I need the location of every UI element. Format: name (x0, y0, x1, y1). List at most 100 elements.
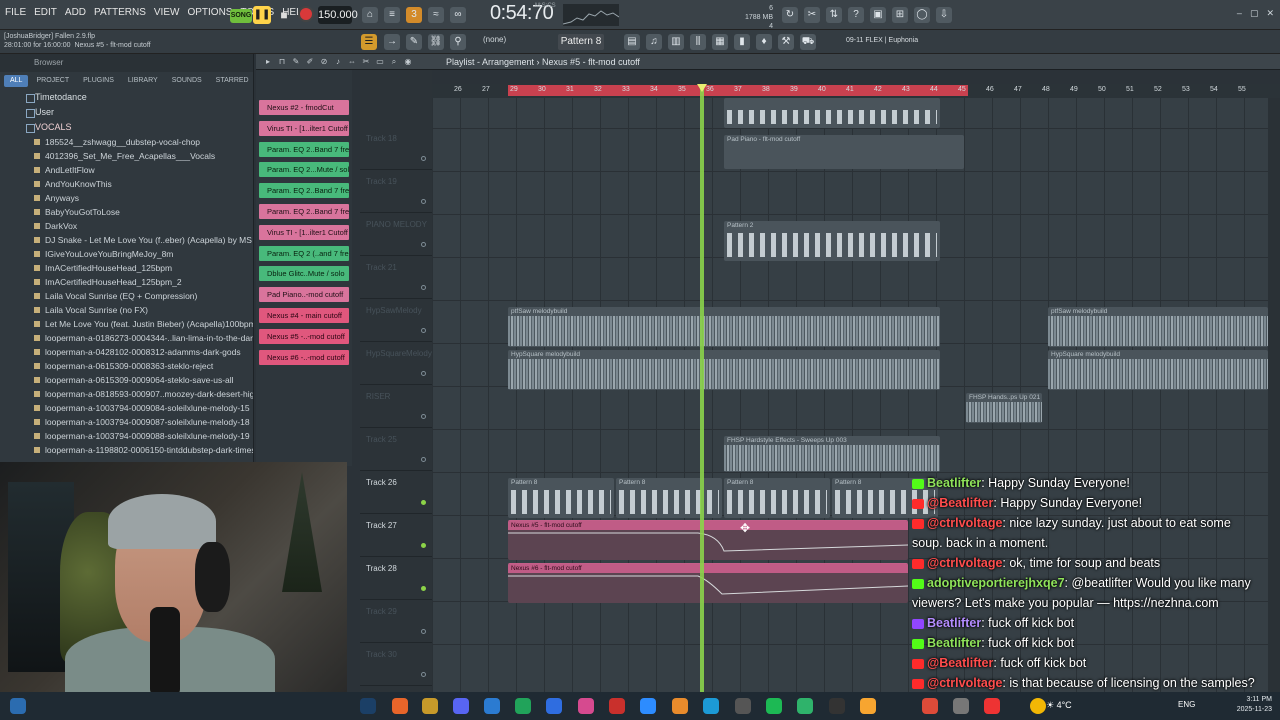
pattern-select[interactable]: Pattern 8 (558, 34, 604, 50)
mute-icon[interactable]: ♪ (332, 57, 344, 68)
track-mute-icon[interactable] (421, 500, 426, 505)
playhead-marker-icon[interactable] (697, 84, 707, 92)
file-item[interactable]: ImACertifiedHouseHead_125bpm (0, 261, 253, 275)
stop-button[interactable]: ■ (276, 6, 292, 24)
browser-tab-all[interactable]: ALL (4, 75, 29, 87)
audio-clip[interactable]: ptfSaw melodybuild (1048, 307, 1268, 347)
automation-clip-item[interactable]: Pad Piano..-mod cutoff (259, 287, 349, 303)
link-icon[interactable]: ⛓ (428, 34, 444, 50)
playhead[interactable] (700, 84, 704, 692)
folder-item[interactable]: Timetodance (0, 90, 253, 105)
file-item[interactable]: BabyYouGotToLose (0, 205, 253, 219)
chat-app-icon[interactable] (797, 698, 813, 714)
record-button[interactable] (298, 6, 314, 22)
pattern-clip[interactable]: Pattern 2 (724, 221, 940, 261)
file-item[interactable]: Let Me Love You (feat. Justin Bieber) (A… (0, 317, 253, 331)
file-item[interactable]: ImACertifiedHouseHead_125bpm_2 (0, 275, 253, 289)
piano-roll-icon[interactable]: ♫ (646, 34, 662, 50)
plugin-icon[interactable]: ⊞ (892, 7, 908, 23)
track-mute-icon[interactable] (421, 371, 426, 376)
pencil-icon[interactable]: ✎ (290, 57, 302, 68)
automation-clip-item[interactable]: Virus TI - [1..ilter1 Cutoff (259, 120, 349, 136)
track-header[interactable]: Track 28 (360, 558, 432, 600)
edge-icon[interactable] (703, 698, 719, 714)
file-item[interactable]: 185524__zshwagg__dubstep-vocal-chop (0, 135, 253, 149)
track-header[interactable]: HypSquareMelody (360, 343, 432, 385)
sheets-icon[interactable] (515, 698, 531, 714)
track-header[interactable]: Track 26 (360, 472, 432, 514)
mail-icon[interactable] (484, 698, 500, 714)
slip-icon[interactable]: ⇔ (346, 57, 358, 68)
track-mute-icon[interactable] (421, 629, 426, 634)
track-mute-icon[interactable] (421, 328, 426, 333)
save-icon[interactable]: ▣ (870, 7, 886, 23)
browser-icon[interactable] (922, 698, 938, 714)
file-item[interactable]: looperman-a-0186273-0004344-..lian-lima-… (0, 331, 253, 345)
menu-options[interactable]: OPTIONS (186, 7, 233, 18)
file-item[interactable]: Laila Vocal Sunrise (EQ + Compression) (0, 289, 253, 303)
music-icon[interactable] (578, 698, 594, 714)
zoom-icon[interactable] (640, 698, 656, 714)
file-item[interactable]: AndLetItFlow (0, 163, 253, 177)
file-item[interactable]: looperman-a-0818593-000907..moozey-dark-… (0, 387, 253, 401)
track-header[interactable]: Track 27 (360, 515, 432, 557)
menu-edit[interactable]: EDIT (33, 7, 58, 18)
menu-patterns[interactable]: PATTERNS (93, 7, 147, 18)
automation-curve[interactable] (508, 521, 908, 560)
folder-icon[interactable] (609, 698, 625, 714)
pencil-icon[interactable]: ✎ (406, 34, 422, 50)
pattern-clip[interactable]: Pattern 8 (724, 478, 830, 518)
clipboard-icon[interactable]: ▮ (734, 34, 750, 50)
folder-item[interactable]: User (0, 105, 253, 120)
firefox-icon[interactable] (392, 698, 408, 714)
pattern-clip[interactable]: Pattern 8 (616, 478, 722, 518)
file-item[interactable]: looperman-a-1003794-0009084-soleilxlune-… (0, 401, 253, 415)
track-header[interactable]: HypSawMelody (360, 300, 432, 342)
file-item[interactable]: IGiveYouLoveYouBringMeJoy_8m (0, 247, 253, 261)
playlist-snap-icon[interactable]: ☰ (361, 34, 377, 50)
browser-icon[interactable]: ▦ (712, 34, 728, 50)
folder-item[interactable]: VOCALS (0, 120, 253, 135)
clock[interactable]: 3:11 PM 2025-11-23 (1237, 695, 1272, 715)
file-item[interactable]: AndYouKnowThis (0, 177, 253, 191)
scissors-icon[interactable]: ✂ (804, 7, 820, 23)
fl-studio-icon[interactable] (672, 698, 688, 714)
tempo-display[interactable]: 150.000 (318, 6, 358, 24)
automation-clip-item[interactable]: Param. EQ 2..Band 7 freq (259, 141, 349, 157)
browser-tab-library[interactable]: LIBRARY (122, 75, 164, 87)
spotify-icon[interactable] (766, 698, 782, 714)
playback-icon[interactable]: ◉ (402, 57, 414, 68)
audio-clip[interactable]: HypSquare melodybuild (1048, 350, 1268, 390)
loop-record-icon[interactable]: ∞ (450, 7, 466, 23)
snap-select[interactable]: (none) (483, 35, 506, 44)
record-icon[interactable] (984, 698, 1000, 714)
song-mode-button[interactable]: SONG (230, 9, 252, 23)
browser-tab-sounds[interactable]: SOUNDS (166, 75, 208, 87)
metronome-icon[interactable]: ⌂ (362, 7, 378, 23)
automation-clip-item[interactable]: Dblue Glitc..Mute / solo (259, 266, 349, 282)
audio-clip[interactable]: FHSP Hands..ps Up 021 (966, 393, 1042, 423)
track-mute-icon[interactable] (421, 586, 426, 591)
file-item[interactable]: looperman-a-0615309-0009064-steklo-save-… (0, 373, 253, 387)
minimize-icon[interactable]: – (1237, 8, 1242, 19)
windows-icon[interactable] (10, 698, 26, 714)
automation-clip-item[interactable]: Param. EQ 2..Band 7 freq (259, 183, 349, 199)
track-mute-icon[interactable] (421, 543, 426, 548)
obs-icon[interactable] (422, 698, 438, 714)
automation-clip-item[interactable]: Param. EQ 2...Mute / solo (259, 162, 349, 178)
language[interactable]: ENG (1178, 700, 1195, 709)
track-header[interactable]: Track 25 (360, 429, 432, 471)
track-header[interactable]: Track 18 (360, 128, 432, 170)
track-header[interactable]: Track 29 (360, 601, 432, 643)
file-item[interactable]: looperman-a-1003794-0009087-soleilxlune-… (0, 415, 253, 429)
automation-curve[interactable] (508, 564, 908, 603)
automation-clip-item[interactable]: Nexus #5 -..-mod cutoff (259, 328, 349, 344)
automation-clip[interactable]: Nexus #6 - flt-mod cutoff (508, 563, 908, 603)
magnet-icon[interactable]: ⊓ (276, 57, 288, 68)
track-mute-icon[interactable] (421, 285, 426, 290)
automation-clip-item[interactable]: Nexus #2 - fmodCut (259, 100, 349, 115)
track-mute-icon[interactable] (421, 457, 426, 462)
audio-clip[interactable]: ptfSaw melodybuild (508, 307, 940, 347)
select-icon[interactable]: ▭ (374, 57, 386, 68)
arrow-icon[interactable]: → (384, 34, 400, 50)
